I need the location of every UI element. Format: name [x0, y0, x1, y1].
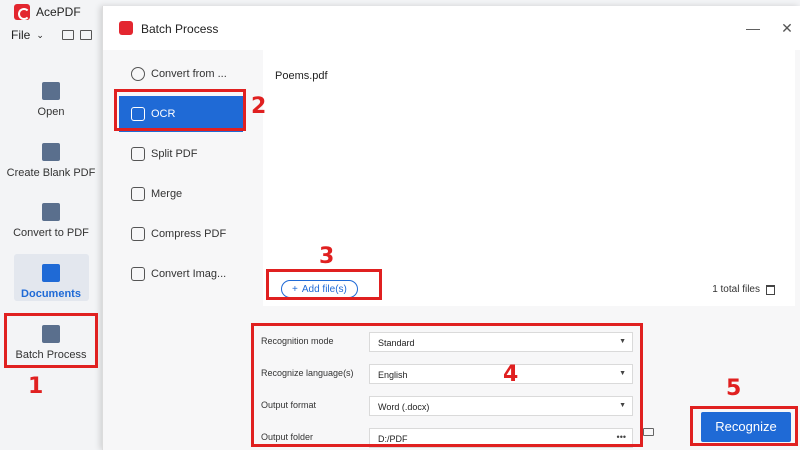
file-list-panel: Poems.pdf + Add file(s) 1 total files — [263, 50, 795, 306]
file-menu[interactable]: File ⌄ — [11, 28, 92, 42]
save-icon[interactable] — [79, 30, 92, 40]
sidebar-item-label: Open — [37, 106, 65, 118]
sidebar-item-label: Documents — [21, 288, 81, 300]
total-files: 1 total files — [712, 284, 775, 295]
annotation-box-5 — [690, 406, 798, 446]
file-menu-label: File — [11, 28, 31, 42]
menu-item-label: Split PDF — [151, 148, 198, 160]
menu-item-label: Convert Imag... — [151, 268, 227, 280]
menu-item-split-pdf[interactable]: Split PDF — [119, 136, 257, 172]
annotation-box-2 — [114, 89, 246, 131]
annotation-number-5: 5 — [726, 376, 742, 401]
compress-icon — [131, 227, 145, 241]
sidebar-item-documents[interactable]: Documents — [0, 254, 102, 301]
file-list-item[interactable]: Poems.pdf — [275, 70, 328, 82]
menu-item-convert-from[interactable]: Convert from ... — [119, 56, 257, 92]
dialog-header: Batch Process — ✕ — [103, 6, 800, 50]
merge-icon — [131, 187, 145, 201]
sidebar-item-label: Create Blank PDF — [6, 167, 96, 179]
menu-item-label: Compress PDF — [151, 228, 227, 240]
chevron-down-icon: ⌄ — [36, 29, 44, 40]
split-icon — [131, 147, 145, 161]
annotation-number-3: 3 — [319, 244, 335, 269]
total-files-text: 1 total files — [712, 284, 760, 295]
annotation-number-2: 2 — [251, 94, 267, 119]
annotation-number-4: 4 — [503, 362, 519, 387]
acepdf-logo-icon — [14, 4, 30, 20]
folder-icon — [42, 264, 60, 282]
menu-item-merge[interactable]: Merge — [119, 176, 257, 212]
app-title-text: AcePDF — [36, 5, 81, 19]
sidebar-item-convert-to-pdf[interactable]: Convert to PDF — [0, 203, 102, 239]
main-sidebar: AcePDF File ⌄ Open Create Blank PDF Conv… — [0, 0, 102, 450]
close-icon[interactable]: ✕ — [777, 18, 797, 38]
minimize-icon[interactable]: — — [743, 18, 763, 38]
dialog-title: Batch Process — [141, 22, 219, 36]
acepdf-logo-icon — [119, 21, 133, 35]
new-document-icon — [42, 143, 60, 161]
annotation-box-4 — [251, 323, 643, 447]
menu-item-compress-pdf[interactable]: Compress PDF — [119, 216, 257, 252]
sidebar-item-create-blank-pdf[interactable]: Create Blank PDF — [0, 143, 102, 179]
annotation-box-1 — [4, 313, 98, 368]
trash-icon[interactable] — [766, 284, 775, 295]
annotation-box-3 — [266, 269, 382, 300]
annotation-number-1: 1 — [28, 374, 44, 399]
folder-icon[interactable] — [643, 428, 654, 436]
sidebar-item-open[interactable]: Open — [0, 82, 102, 118]
app-title: AcePDF — [14, 4, 81, 20]
menu-item-label: Convert from ... — [151, 68, 227, 80]
menu-item-convert-image[interactable]: Convert Imag... — [119, 256, 257, 292]
refresh-icon — [131, 67, 145, 81]
open-icon — [42, 82, 60, 100]
open-folder-icon[interactable] — [61, 30, 74, 40]
convert-icon — [42, 203, 60, 221]
sidebar-item-label: Convert to PDF — [13, 227, 89, 239]
app-window: AcePDF File ⌄ Open Create Blank PDF Conv… — [0, 0, 800, 450]
image-convert-icon — [131, 267, 145, 281]
menu-item-label: Merge — [151, 188, 183, 200]
